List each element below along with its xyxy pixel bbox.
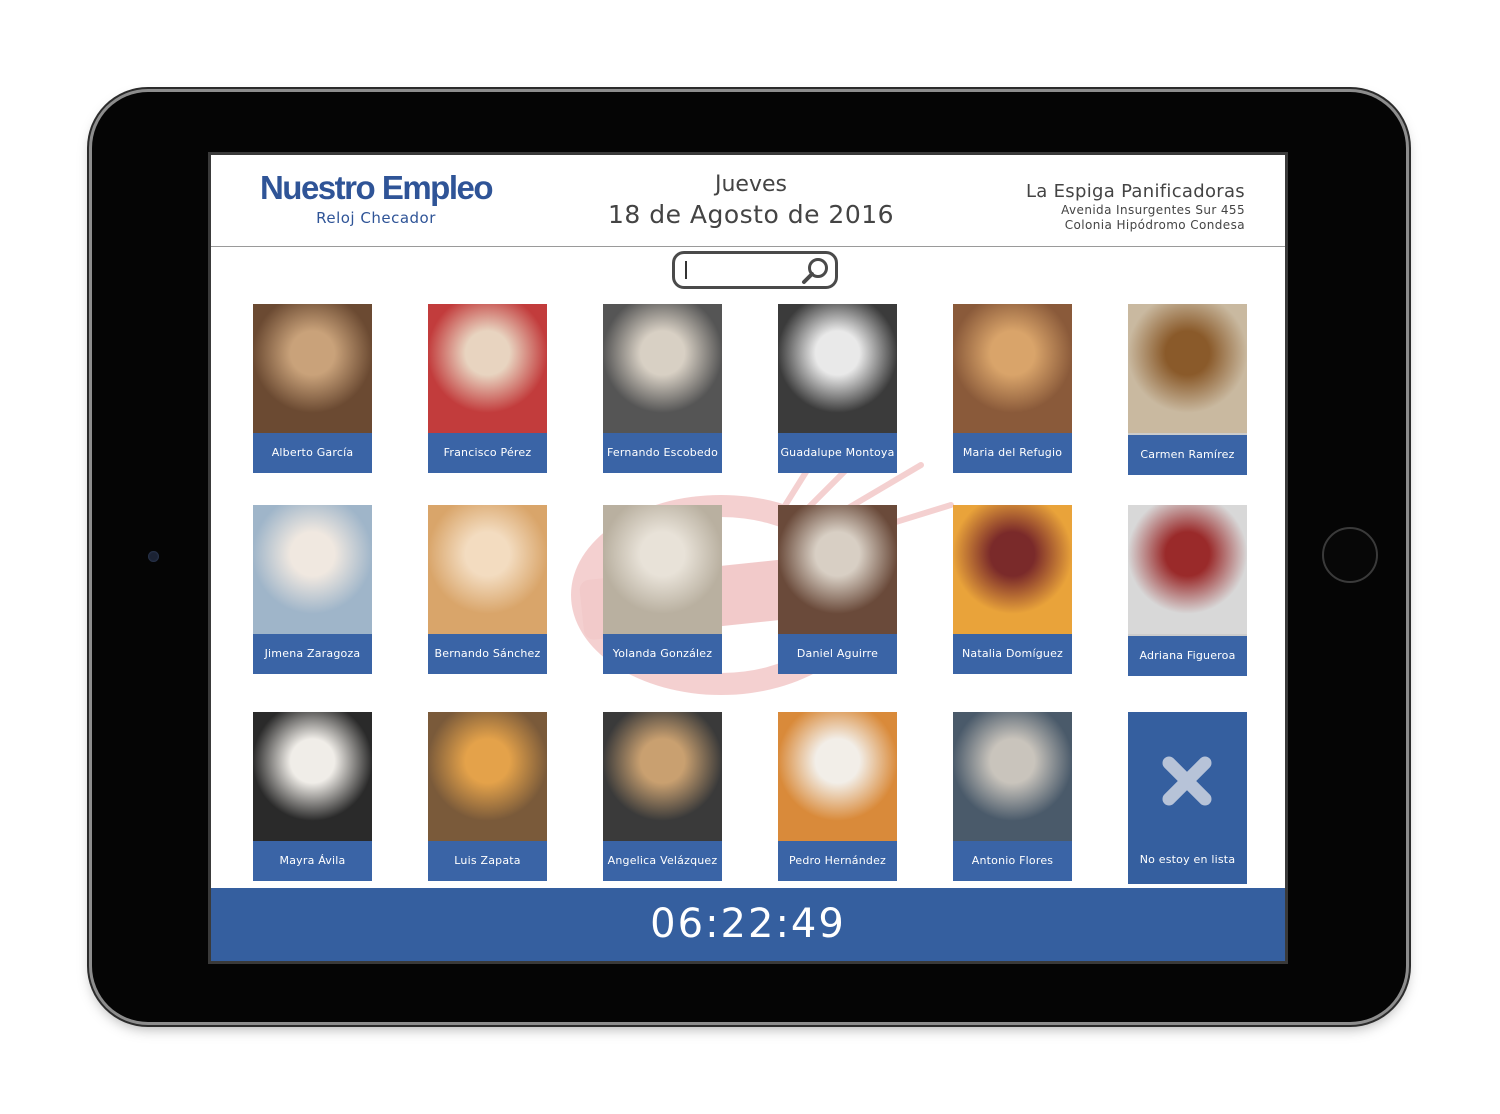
employee-name: Francisco Pérez xyxy=(428,433,547,473)
employee-card[interactable]: Yolanda González xyxy=(603,505,722,674)
employee-card[interactable]: Adriana Figueroa xyxy=(1128,505,1247,676)
employee-photo xyxy=(428,304,547,433)
footer-bar: 06:22:49 xyxy=(211,888,1285,961)
clock-display: 06:22:49 xyxy=(650,901,846,947)
employee-card[interactable]: Fernando Escobedo xyxy=(603,304,722,473)
home-button[interactable] xyxy=(1322,527,1378,583)
search-icon[interactable] xyxy=(801,256,831,286)
brand-subtitle: Reloj Checador xyxy=(316,209,436,227)
employee-card[interactable]: Carmen Ramírez xyxy=(1128,304,1247,475)
employee-photo xyxy=(428,712,547,841)
employee-name: Pedro Hernández xyxy=(778,841,897,881)
brand-title: Nuestro Empleo xyxy=(259,169,494,206)
employee-card[interactable]: Guadalupe Montoya xyxy=(778,304,897,473)
employee-card[interactable]: Alberto García xyxy=(253,304,372,473)
employee-card[interactable]: Jimena Zaragoza xyxy=(253,505,372,674)
employee-card[interactable]: Angelica Velázquez xyxy=(603,712,722,881)
employee-name: Alberto García xyxy=(253,433,372,473)
employee-name: Angelica Velázquez xyxy=(603,841,722,881)
employee-card[interactable]: Maria del Refugio xyxy=(953,304,1072,473)
brand: Nuestro Empleo Reloj Checador xyxy=(251,169,501,227)
employee-name: Carmen Ramírez xyxy=(1128,435,1247,475)
employee-name: Antonio Flores xyxy=(953,841,1072,881)
employee-photo xyxy=(428,505,547,634)
employee-photo xyxy=(1128,304,1247,433)
employee-photo xyxy=(953,712,1072,841)
employee-photo xyxy=(953,505,1072,634)
day-label: Jueves xyxy=(715,172,787,197)
employee-name: Jimena Zaragoza xyxy=(253,634,372,674)
address-line-1: Avenida Insurgentes Sur 455 xyxy=(1061,203,1245,217)
employee-name: Bernando Sánchez xyxy=(428,634,547,674)
employee-name: Natalia Domíguez xyxy=(953,634,1072,674)
employee-card[interactable]: Pedro Hernández xyxy=(778,712,897,881)
employee-photo xyxy=(253,712,372,841)
date-display: Jueves 18 de Agosto de 2016 xyxy=(591,171,911,231)
search-input[interactable] xyxy=(685,259,799,283)
not-listed-button[interactable]: No estoy en lista xyxy=(1128,712,1247,884)
app-screen: Nuestro Empleo Reloj Checador Jueves 18 … xyxy=(208,152,1288,964)
employee-photo xyxy=(253,304,372,433)
employee-card[interactable]: Luis Zapata xyxy=(428,712,547,881)
company-name: La Espiga Panificadoras xyxy=(1025,181,1245,202)
address-line-2: Colonia Hipódromo Condesa xyxy=(1064,218,1245,232)
search-box[interactable] xyxy=(672,251,838,289)
employee-card[interactable]: Mayra Ávila xyxy=(253,712,372,881)
employee-card[interactable]: Francisco Pérez xyxy=(428,304,547,473)
employee-photo xyxy=(778,712,897,841)
employee-photo xyxy=(953,304,1072,433)
employee-photo xyxy=(778,304,897,433)
employee-name: Luis Zapata xyxy=(428,841,547,881)
employee-name: Mayra Ávila xyxy=(253,841,372,881)
employee-photo xyxy=(603,304,722,433)
employee-photo xyxy=(1128,505,1247,634)
employee-card[interactable]: Antonio Flores xyxy=(953,712,1072,881)
camera-icon xyxy=(148,551,159,562)
employee-photo xyxy=(778,505,897,634)
not-listed-label: No estoy en lista xyxy=(1139,853,1236,866)
employee-photo xyxy=(603,505,722,634)
employee-card[interactable]: Bernando Sánchez xyxy=(428,505,547,674)
header: Nuestro Empleo Reloj Checador Jueves 18 … xyxy=(211,155,1285,247)
tablet-device: Nuestro Empleo Reloj Checador Jueves 18 … xyxy=(92,92,1406,1022)
company-info: La Espiga Panificadoras Avenida Insurgen… xyxy=(1026,181,1245,233)
employee-name: Maria del Refugio xyxy=(953,433,1072,473)
employee-card[interactable]: Natalia Domíguez xyxy=(953,505,1072,674)
employee-name: Fernando Escobedo xyxy=(603,433,722,473)
employee-name: Yolanda González xyxy=(603,634,722,674)
employee-photo xyxy=(603,712,722,841)
close-icon xyxy=(1162,756,1212,806)
employee-card[interactable]: Daniel Aguirre xyxy=(778,505,897,674)
employee-photo xyxy=(253,505,372,634)
employee-name: Daniel Aguirre xyxy=(778,634,897,674)
date-label: 18 de Agosto de 2016 xyxy=(607,200,895,229)
employee-name: Guadalupe Montoya xyxy=(778,433,897,473)
employee-name: Adriana Figueroa xyxy=(1128,636,1247,676)
